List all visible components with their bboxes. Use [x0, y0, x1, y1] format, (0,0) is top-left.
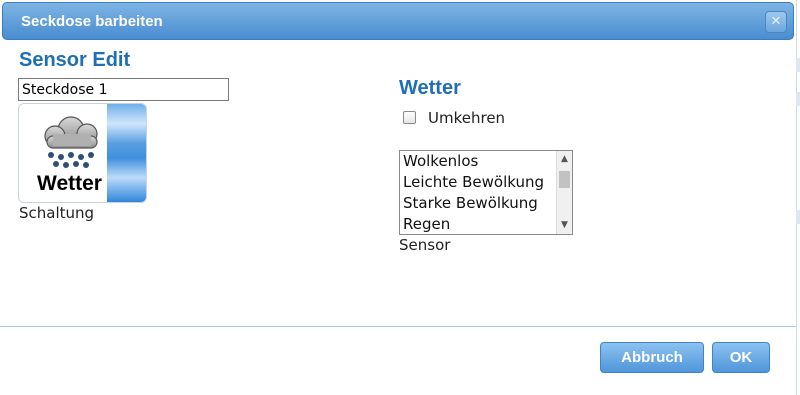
- dialog-title: Seckdose barbeiten: [21, 13, 163, 30]
- listbox-caption: Sensor: [399, 236, 451, 254]
- list-item[interactable]: Regen: [400, 214, 572, 234]
- ok-button[interactable]: OK: [712, 342, 770, 373]
- window-edge: [796, 58, 800, 72]
- window-edge: [796, 92, 800, 106]
- scroll-thumb[interactable]: [559, 171, 570, 188]
- tile-label: Wetter: [37, 172, 102, 195]
- cancel-button[interactable]: Abbruch: [600, 342, 704, 373]
- close-icon: ✕: [770, 14, 782, 29]
- dialog: Seckdose barbeiten ✕ Sensor Edit Steckdo…: [0, 0, 797, 395]
- list-item[interactable]: Starke Bewölkung: [400, 193, 572, 214]
- scroll-up-icon[interactable]: ▲: [557, 152, 572, 167]
- cloud-rain-icon: [44, 116, 98, 168]
- close-button[interactable]: ✕: [765, 11, 787, 33]
- listbox-scrollbar[interactable]: ▲ ▼: [556, 151, 572, 234]
- window-edge: [796, 210, 800, 224]
- invert-checkbox-label[interactable]: Umkehren: [428, 109, 505, 127]
- weather-listbox[interactable]: Wolkenlos Leichte Bewölkung Starke Bewöl…: [399, 150, 573, 235]
- sensor-name-input[interactable]: [18, 78, 229, 101]
- list-item[interactable]: Wolkenlos: [400, 151, 572, 172]
- tile-slider-bar: [107, 104, 146, 202]
- scroll-down-icon[interactable]: ▼: [557, 218, 572, 233]
- sensor-edit-heading: Sensor Edit: [19, 49, 131, 71]
- wetter-heading: Wetter: [399, 77, 461, 99]
- footer-divider: [0, 326, 796, 327]
- list-item[interactable]: Leichte Bewölkung: [400, 172, 572, 193]
- dialog-titlebar[interactable]: Seckdose barbeiten ✕: [2, 2, 794, 40]
- invert-checkbox[interactable]: [403, 111, 416, 124]
- sensor-tile[interactable]: Wetter: [18, 103, 147, 203]
- tile-caption: Schaltung: [19, 204, 95, 222]
